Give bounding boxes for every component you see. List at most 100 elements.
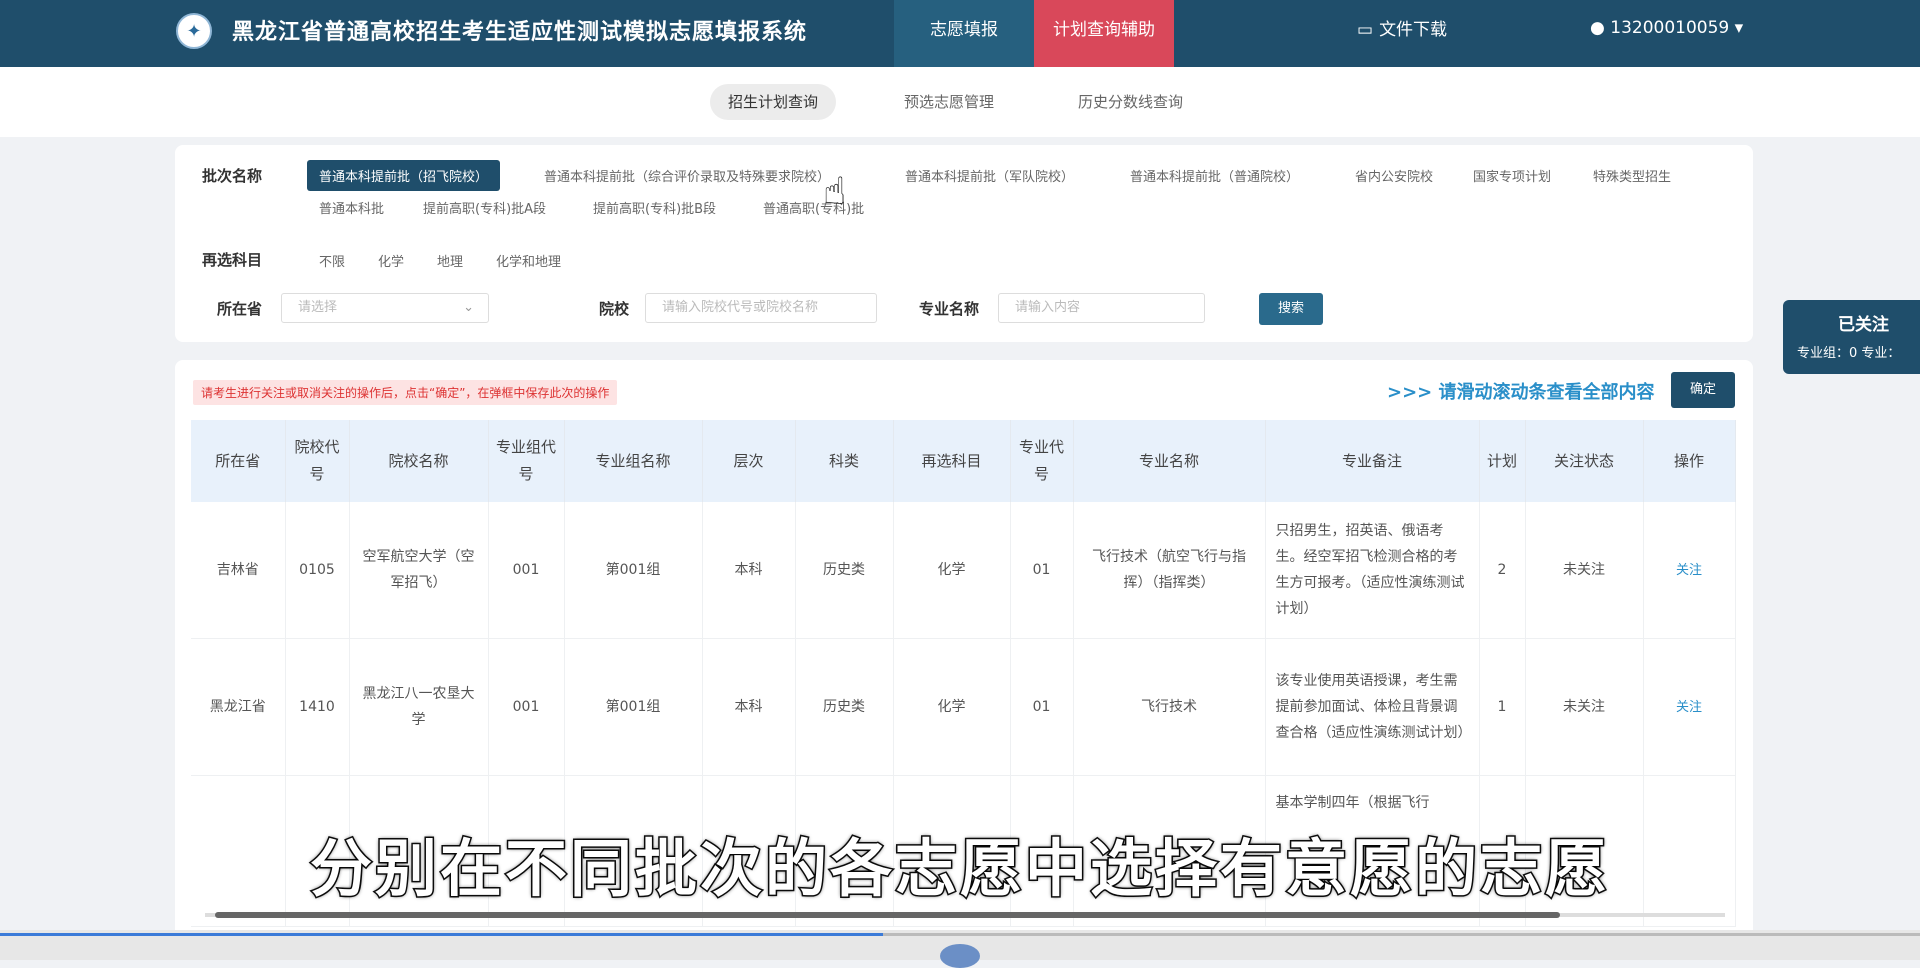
cell-group-name: 第001组 [564, 502, 703, 639]
province-label: 所在省 [217, 300, 263, 318]
column-header: 专业组名称 [564, 420, 703, 502]
cell-category: 历史类 [795, 502, 894, 639]
download-label: 文件下载 [1379, 20, 1448, 40]
batch-option[interactable]: 普通本科提前批（招飞院校） [307, 160, 501, 191]
cell-plan: 2 [1479, 502, 1526, 639]
batch-option[interactable]: 省内公安院校 [1355, 166, 1433, 185]
batch-label: 批次名称 [202, 167, 263, 185]
subject-option[interactable]: 化学和地理 [496, 251, 561, 270]
search-button[interactable]: 搜索 [1259, 293, 1323, 325]
batch-option[interactable]: 普通本科提前批（普通院校） [1130, 166, 1299, 185]
cell-plan: 1 [1479, 638, 1526, 776]
batch-option[interactable]: 提前高职(专科)批B段 [593, 198, 716, 217]
school-input[interactable]: 请输入院校代号或院校名称 [645, 293, 877, 323]
cell-follow-status: 未关注 [1525, 502, 1644, 639]
video-subtitle: 分别在不同批次的各志愿中选择有意愿的志愿 [308, 831, 1610, 907]
file-download-link[interactable]: ▭ 文件下载 [1357, 0, 1447, 60]
follow-link[interactable]: 关注 [1676, 563, 1702, 578]
column-header: 关注状态 [1525, 420, 1644, 502]
cell-category: 历史类 [795, 638, 894, 776]
batch-option[interactable]: 国家专项计划 [1473, 166, 1551, 185]
pause-button[interactable] [940, 944, 980, 968]
column-header: 操作 [1643, 420, 1736, 502]
followed-stats: 专业组：0 专业： [1797, 346, 1901, 361]
filter-panel: 批次名称 普通本科提前批（招飞院校） 普通本科提前批（综合评价录取及特殊要求院校… [175, 145, 1753, 342]
batch-option[interactable]: 普通本科提前批（综合评价录取及特殊要求院校） [544, 166, 830, 185]
sub-navigation: 招生计划查询 预选志愿管理 历史分数线查询 [0, 67, 1920, 137]
tab-volunteer-fill[interactable]: 志愿填报 [894, 0, 1034, 67]
column-header: 专业代号 [1010, 420, 1074, 502]
cell-action: 关注 [1643, 638, 1736, 776]
subtab-enroll-plan[interactable]: 招生计划查询 [710, 84, 837, 120]
cell-major-code: 01 [1010, 502, 1074, 639]
batch-option[interactable]: 普通高职(专科)批 [763, 198, 864, 217]
cell-group-name: 第001组 [564, 638, 703, 776]
cell-action: 关注 [1643, 502, 1736, 639]
cell-group-code: 001 [488, 638, 565, 776]
subject-label: 再选科目 [202, 251, 263, 269]
batch-option[interactable]: 特殊类型招生 [1593, 166, 1671, 185]
province-placeholder: 请选择 [298, 300, 338, 315]
major-placeholder: 请输入内容 [1015, 300, 1081, 315]
batch-option[interactable]: 提前高职(专科)批A段 [423, 198, 546, 217]
tab-plan-query[interactable]: 计划查询辅助 [1034, 0, 1174, 67]
column-header: 所在省 [191, 420, 286, 502]
major-input[interactable]: 请输入内容 [998, 293, 1205, 323]
column-header: 专业备注 [1265, 420, 1480, 502]
cell-major-note: 只招男生，招英语、俄语考生。经空军招飞检测合格的考生方可报考。（适应性演练测试计… [1265, 502, 1480, 639]
table-row: 吉林省 0105 空军航空大学（空军招飞） 001 第001组 本科 历史类 化… [191, 502, 1736, 639]
logo-icon: ✦ [176, 13, 212, 49]
cell-school-code: 0105 [285, 502, 350, 639]
cell-province: 吉林省 [191, 502, 286, 639]
subject-option[interactable]: 地理 [437, 251, 463, 270]
followed-panel[interactable]: 已关注 专业组：0 专业： [1783, 300, 1920, 374]
scrollbar-thumb[interactable] [215, 912, 1560, 918]
subtab-preselect[interactable]: 预选志愿管理 [886, 84, 1012, 120]
cell-province: 黑龙江省 [191, 638, 286, 776]
follow-link[interactable]: 关注 [1676, 700, 1702, 715]
column-header: 再选科目 [893, 420, 1011, 502]
cell-major-name: 飞行技术（航空飞行与指挥）（指挥类） [1073, 502, 1266, 639]
cell-school-name: 黑龙江八一农垦大学 [349, 638, 489, 776]
cell-subject: 化学 [893, 638, 1011, 776]
column-header: 院校代号 [285, 420, 350, 502]
video-progress-bar[interactable] [0, 933, 1920, 936]
school-placeholder: 请输入院校代号或院校名称 [662, 300, 819, 315]
cell-group-code: 001 [488, 502, 565, 639]
batch-option[interactable]: 普通本科提前批（军队院校） [905, 166, 1074, 185]
confirm-button[interactable]: 确定 [1671, 372, 1735, 408]
school-label: 院校 [599, 300, 630, 318]
table-row: 黑龙江省 1410 黑龙江八一农垦大学 001 第001组 本科 历史类 化学 … [191, 638, 1736, 776]
video-progress-fill [0, 933, 884, 936]
column-header: 专业名称 [1073, 420, 1266, 502]
batch-option[interactable]: 普通本科批 [319, 198, 384, 217]
column-header: 计划 [1479, 420, 1526, 502]
column-header: 专业组代号 [488, 420, 565, 502]
user-menu[interactable]: ● 13200010059 ▾ [1590, 0, 1743, 56]
column-header: 院校名称 [349, 420, 489, 502]
subject-option[interactable]: 不限 [319, 251, 345, 270]
subtab-history-score[interactable]: 历史分数线查询 [1060, 84, 1201, 120]
column-header: 科类 [795, 420, 894, 502]
scroll-hint: >>> 请滑动滚动条查看全部内容 [1387, 382, 1655, 403]
major-label: 专业名称 [919, 300, 980, 318]
hand-cursor-icon: ☝ [823, 169, 847, 213]
user-icon: ● [1590, 18, 1605, 38]
cell-major-code: 01 [1010, 638, 1074, 776]
horizontal-scrollbar[interactable] [205, 910, 1725, 920]
chevron-down-icon: ⌄ [463, 300, 474, 315]
cell-follow-status: 未关注 [1525, 638, 1644, 776]
caret-down-icon: ▾ [1734, 18, 1744, 38]
province-select[interactable]: 请选择 ⌄ [281, 293, 489, 323]
cell-level: 本科 [702, 638, 796, 776]
subject-option[interactable]: 化学 [378, 251, 404, 270]
user-id: 13200010059 [1610, 18, 1730, 38]
cell-subject: 化学 [893, 502, 1011, 639]
cell-major-note: 该专业使用英语授课，考生需提前参加面试、体检且背景调查合格（适应性演练测试计划） [1265, 638, 1480, 776]
operation-notice: 请考生进行关注或取消关注的操作后，点击“确定”，在弹框中保存此次的操作 [193, 380, 618, 405]
followed-title: 已关注 [1838, 315, 1889, 335]
table-header-row: 所在省 院校代号 院校名称 专业组代号 专业组名称 层次 科类 再选科目 专业代… [191, 420, 1736, 502]
app-title: 黑龙江省普通高校招生考生适应性测试模拟志愿填报系统 [232, 20, 808, 45]
cell-school-code: 1410 [285, 638, 350, 776]
cell-level: 本科 [702, 502, 796, 639]
